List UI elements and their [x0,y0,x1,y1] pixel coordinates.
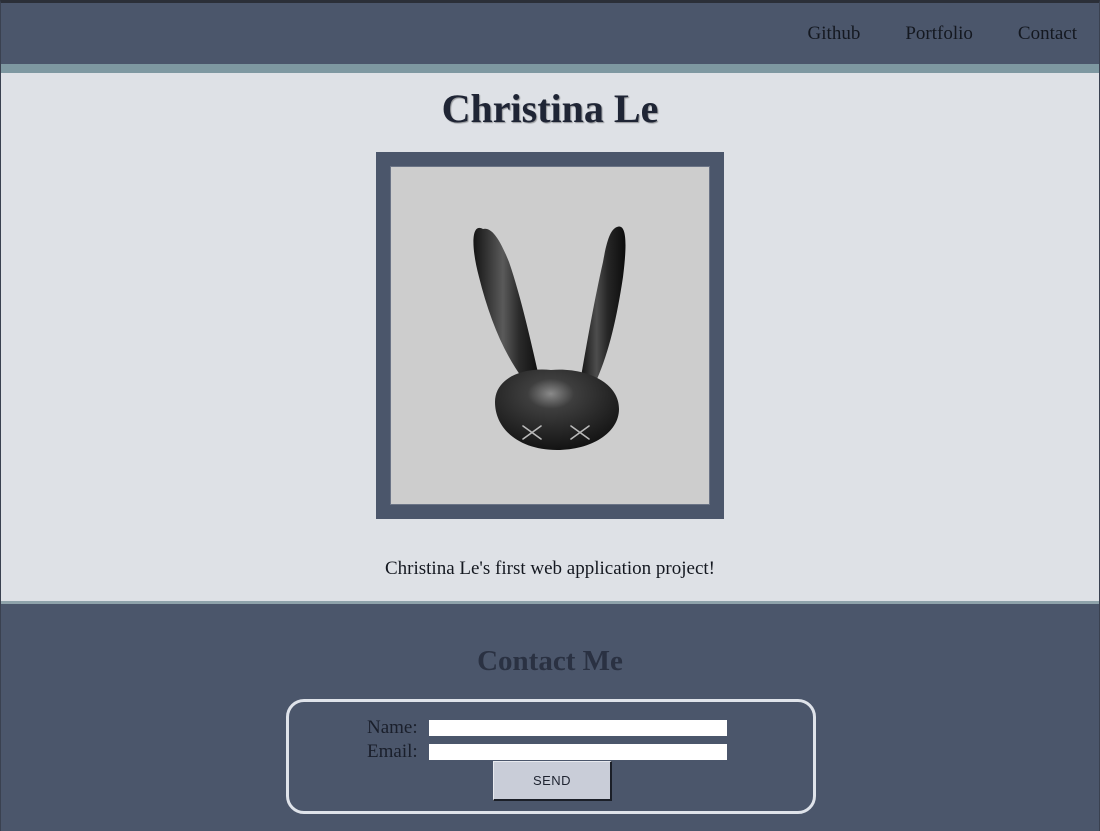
nav-link-contact[interactable]: Contact [1018,23,1077,45]
page-title: Christina Le [441,86,659,131]
name-label: Name: [367,717,418,738]
nav-link-portfolio[interactable]: Portfolio [905,23,973,45]
send-button[interactable]: SEND [493,761,612,801]
nav-link-github[interactable]: Github [808,23,861,45]
contact-form: Name: Email: SEND [286,699,816,814]
hero-section: Christina Le Christina Le's first web ap… [1,73,1099,601]
email-label: Email: [367,741,418,762]
site-header: Github Portfolio Contact [1,3,1099,64]
contact-title: Contact Me [477,645,623,677]
project-caption: Christina Le's first web application pro… [384,558,716,579]
profile-image [390,166,710,505]
top-nav: Github Portfolio Contact [763,3,1077,64]
header-divider [1,64,1099,73]
name-row: Name: [367,717,727,739]
profile-image-frame [376,152,724,519]
email-field[interactable] [429,744,727,760]
contact-section: Contact Me Name: Email: SEND [1,604,1099,831]
email-row: Email: [367,741,727,763]
bunny-head-icon [473,226,626,450]
name-field[interactable] [429,720,727,736]
page: Github Portfolio Contact Christina Le Ch… [0,0,1100,831]
